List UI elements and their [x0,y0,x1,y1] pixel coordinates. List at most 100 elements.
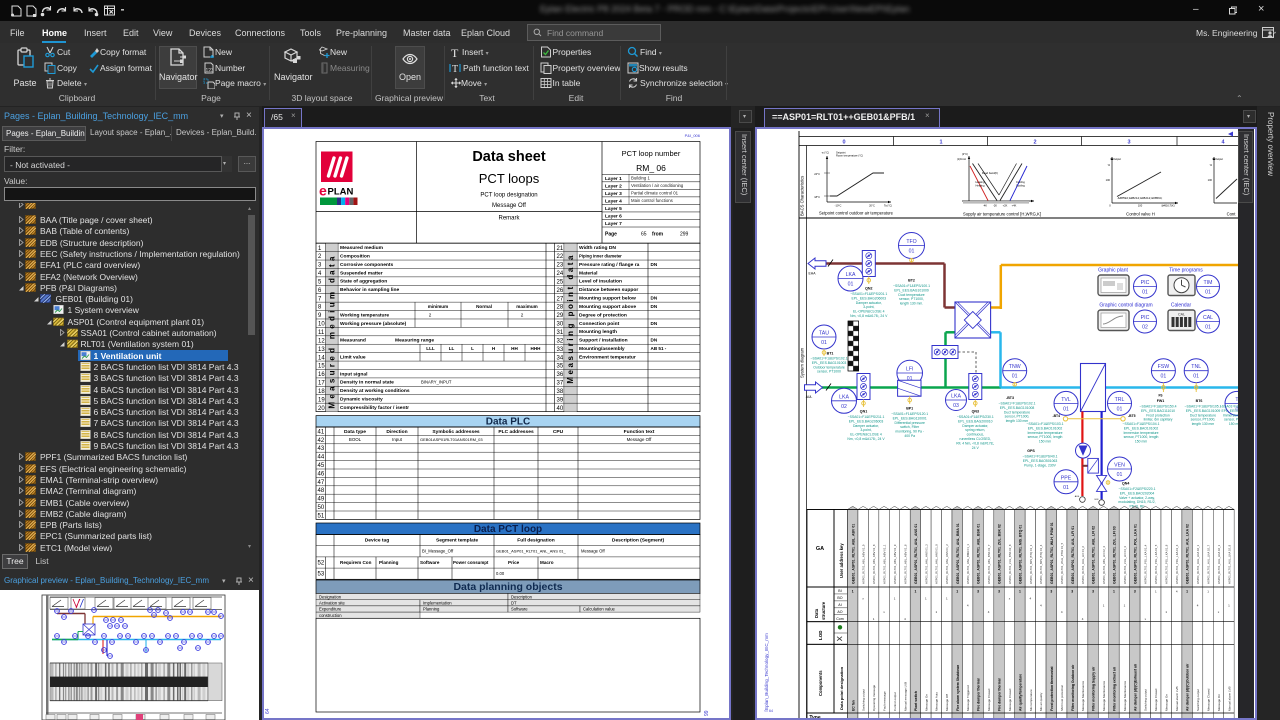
svg-text:monitoring, 90 Pa -: monitoring, 90 Pa - [895,430,924,434]
svg-text:~SSA01=F1&EPS/1: ~SSA01=F1&EPS/1 [1220,405,1238,409]
svg-text:EPL_EES.BAG200010: EPL_EES.BAG200010 [958,419,993,423]
svg-text:Layer 2: Layer 2 [605,183,622,189]
svg-text:BT2: BT2 [908,279,915,283]
svg-text:EC fan: EC fan [851,700,855,711]
svg-text:Control valve H: Control valve H [1126,212,1155,217]
svg-text:Nm, <0,8 m&#178;, 24 V: Nm, <0,8 m&#178;, 24 V [847,437,885,441]
svg-text:Mounting support above: Mounting support above [579,304,636,310]
svg-text:28: 28 [557,305,564,311]
svg-text:Plant switch: Plant switch [914,691,918,711]
svg-text:CPU: CPU [553,429,564,435]
svg-text:Density in normal state: Density in normal state [340,380,394,386]
svg-text:sensor, PT1000,: sensor, PT1000, [899,297,924,301]
svg-text:Message Off: Message Off [581,549,605,554]
svg-text:3: 3 [1092,589,1094,593]
svg-text:3: 3 [1071,589,1073,593]
svg-text:Message Maintenance: Message Maintenance [1123,680,1127,711]
svg-text:Working pressure (absolute): Working pressure (absolute) [340,321,407,327]
svg-text:32: 32 [557,338,564,344]
svg-text:40: 40 [557,406,564,412]
svg-text:L: L [471,346,474,351]
svg-text:01: 01 [1012,374,1018,380]
svg-text:Manual alarm LVB: Manual alarm LVB [1175,687,1179,711]
svg-text:01: 01 [1205,325,1211,331]
svg-text:01: 01 [821,340,827,346]
svg-text:Com: Com [836,617,844,621]
svg-text:HHH: HHH [531,346,542,351]
svg-text:DN: DN [651,262,658,267]
svg-text:T: T [451,46,459,58]
svg-text:Room temperature (°C): Room temperature (°C) [836,154,863,158]
svg-text:BI_Message_Off: BI_Message_Off [422,549,454,554]
svg-text:Behavior in sampling line: Behavior in sampling line [340,287,400,293]
svg-text:23: 23 [557,263,564,269]
svg-text:Support / installation: Support / installation [579,338,628,344]
svg-text:sensor, PT1000, length: sensor, PT1000, length [1124,435,1159,439]
svg-text:Building 1: Building 1 [631,176,650,181]
svg-text:Macro: Macro [540,560,554,565]
svg-text:Input signal: Input signal [340,371,368,377]
svg-text:Measurand: Measurand [340,338,366,344]
svg-text:1: 1 [1019,589,1021,593]
svg-text:Limit value: Limit value [340,354,366,360]
svg-text:2: 2 [1033,139,1036,145]
svg-text:-BT5: -BT5 [1128,414,1136,418]
svg-text:FSW: FSW [1158,364,1170,370]
svg-text:24: 24 [557,271,564,277]
svg-text:Remark: Remark [498,216,520,222]
svg-text:Layer 6: Layer 6 [605,213,622,219]
svg-text:52: 52 [318,561,325,567]
svg-text:FW1: FW1 [1157,399,1165,403]
svg-text:BOOL: BOOL [349,437,362,442]
svg-text:-BT4: -BT4 [1052,414,1060,418]
svg-text:Outdoor temperature: Outdoor temperature [813,365,845,369]
svg-text:EPL_EES.BAG110001: EPL_EES.BAG110001 [893,416,927,420]
svg-text:Message Off: Message Off [492,203,526,209]
svg-text:ASP01_RLT01_POL_LKA 01_5: ASP01_RLT01_POL_LKA 01_5 [1154,544,1158,584]
svg-text:01: 01 [1193,374,1199,380]
svg-text:02: 02 [841,404,847,410]
svg-text:Heating: Heating [976,180,985,184]
svg-text:VEN: VEN [1114,463,1125,469]
svg-text:TIM: TIM [1204,280,1213,286]
svg-text:Requirem Con: Requirem Con [340,560,372,565]
svg-text:Width rating DN: Width rating DN [579,245,616,251]
svg-text:Message Off: Message Off [945,694,949,711]
svg-text:38: 38 [557,389,564,395]
svg-text:HH: HH [511,346,518,351]
svg-text:TVL: TVL [1061,397,1071,403]
svg-text:24 V: 24 V [972,446,980,450]
svg-text:LFI: LFI [906,367,914,373]
svg-text:Symbolic addresses: Symbolic addresses [432,429,480,435]
svg-text:EPL_EES.BAG111010: EPL_EES.BAG111010 [1141,409,1175,413]
svg-text:Segment template: Segment template [436,538,478,544]
svg-text:Fire damper thermal: Fire damper thermal [998,678,1002,711]
svg-text:ASP01_RLT01_MIS_BTQ 01_4: ASP01_RLT01_MIS_BTQ 01_4 [1039,544,1043,584]
svg-text:51: 51 [318,513,325,519]
svg-text:ASP01_RLT01_AUL_LKA 02_1: ASP01_RLT01_AUL_LKA 02_1 [1196,544,1200,584]
svg-text:-10°C: -10°C [835,204,842,208]
svg-text:QN1: QN1 [860,410,867,414]
svg-text:spring return,: spring return, [965,428,985,432]
svg-text:Suspended matter: Suspended matter [340,270,383,276]
svg-text:Degree of protection: Degree of protection [579,312,627,318]
svg-text:01: 01 [848,282,854,288]
svg-text:ASP01_RLT01_ANL_ANS 01_2: ASP01_RLT01_ANL_ANS 01_2 [945,544,949,584]
svg-text:Valve + actuator, 2-way,: Valve + actuator, 2-way, [1119,496,1155,500]
svg-text:State of aggregation: State of aggregation [340,279,387,285]
svg-text:Manual alarm LVB: Manual alarm LVB [1227,687,1231,711]
svg-text:Measuring range: Measuring range [395,338,434,344]
svg-text:PLAN: PLAN [328,187,354,198]
svg-text:+4K: +4K [1012,204,1017,208]
svg-text:44: 44 [318,455,325,461]
svg-text:structure: structure [821,601,826,620]
svg-text:RM_ 06: RM_ 06 [636,163,666,173]
svg-text:Message Closed: Message Closed [1154,688,1158,711]
svg-text:Piping inner diameter: Piping inner diameter [579,253,622,258]
svg-text:33: 33 [557,347,564,353]
svg-text:Designation: Designation [319,594,342,599]
svg-text:Duct temperature: Duct temperature [1004,410,1030,414]
svg-text:User address key: User address key [839,543,844,578]
svg-text:GEB01ASP01RLT01ANS01RM_03: GEB01ASP01RLT01ANS01RM_03 [420,437,483,442]
svg-text:27: 27 [557,296,564,302]
